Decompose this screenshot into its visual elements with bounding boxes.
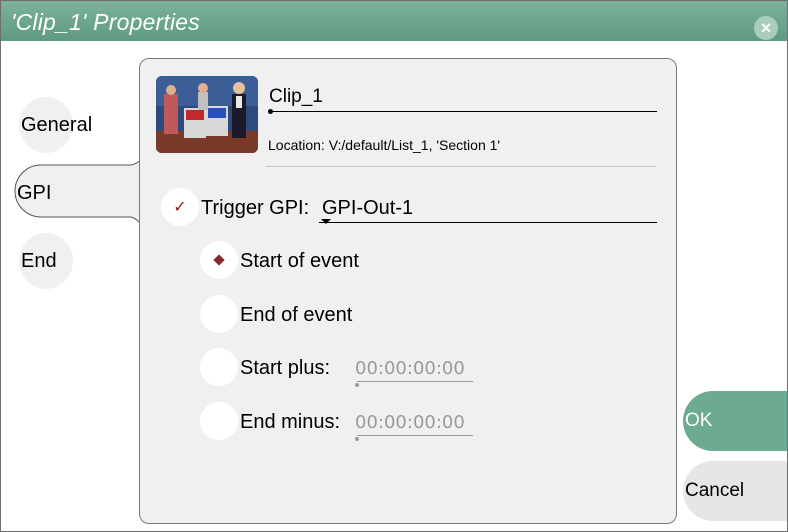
tab-general-label: General [21, 113, 93, 136]
check-icon: ✓ [173, 199, 187, 216]
close-icon[interactable]: × [754, 16, 778, 40]
clip-name-field[interactable]: Clip_1 [269, 86, 323, 108]
radio-selected-icon [213, 254, 225, 266]
end-minus-cursor [355, 437, 359, 441]
radio-end-minus[interactable] [200, 402, 238, 440]
clip-thumbnail [156, 76, 258, 153]
start-plus-cursor [355, 383, 359, 387]
end-minus-underline [357, 435, 473, 436]
end-minus-label: End minus: [240, 411, 341, 433]
ok-button-label: OK [685, 410, 713, 431]
start-of-event-label: Start of event [240, 250, 359, 272]
end-of-event-label: End of event [240, 304, 353, 326]
window-title: 'Clip_1' Properties [11, 9, 201, 35]
radio-start-of-event[interactable] [200, 241, 238, 279]
cancel-button-label: Cancel [685, 480, 745, 501]
title-bar: 'Clip_1' Properties × [1, 1, 787, 41]
tab-gpi[interactable]: GPI [17, 167, 117, 219]
tab-end[interactable]: End [19, 233, 73, 289]
tab-gpi-label: GPI [17, 181, 52, 204]
tab-end-label: End [21, 249, 57, 272]
end-minus-timecode[interactable]: 00:00:00:00 [355, 412, 465, 433]
cancel-button[interactable]: Cancel [683, 461, 787, 521]
trigger-gpi-dropdown[interactable]: GPI-Out-1 [322, 197, 413, 220]
start-plus-label: Start plus: [240, 357, 331, 379]
clip-location: Location: V:/default/List_1, 'Section 1' [268, 137, 501, 153]
ok-button[interactable]: OK [683, 391, 787, 451]
start-plus-timecode[interactable]: 00:00:00:00 [355, 358, 465, 379]
dropdown-arrow-icon[interactable] [321, 219, 331, 224]
trigger-gpi-checkbox[interactable]: ✓ [161, 188, 199, 226]
properties-dialog: 'Clip_1' Properties × General GPI End Cl… [0, 0, 788, 532]
clip-name-underline [271, 111, 657, 112]
start-plus-underline [357, 381, 473, 382]
trigger-gpi-label: Trigger GPI: [201, 197, 310, 219]
radio-end-of-event[interactable] [200, 295, 238, 333]
tab-general[interactable]: General [19, 97, 92, 153]
trigger-gpi-underline [319, 222, 657, 223]
clip-name-cursor [268, 109, 273, 114]
radio-start-plus[interactable] [200, 348, 238, 386]
divider [266, 166, 656, 167]
